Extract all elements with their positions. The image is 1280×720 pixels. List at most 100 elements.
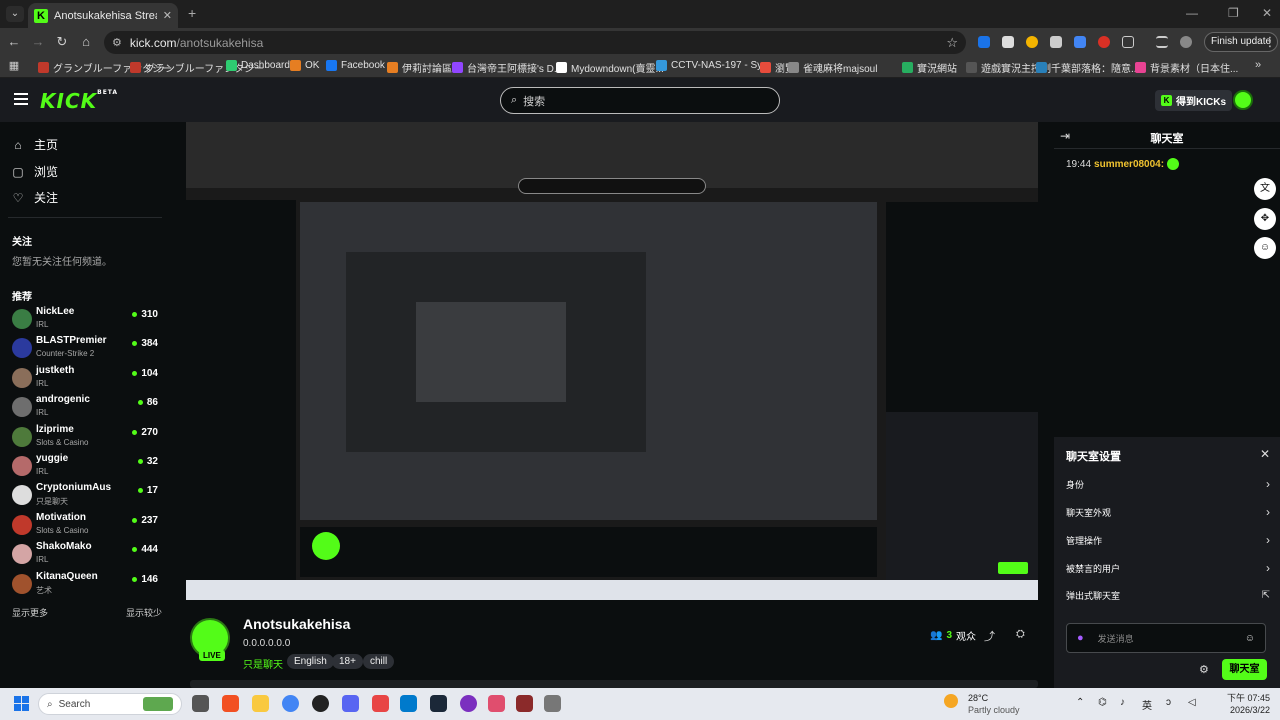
show-less-link[interactable]: 显示较少 <box>126 606 162 619</box>
copilot-icon[interactable] <box>222 695 239 712</box>
settings-item-banned-users[interactable]: 被禁言的用户 › <box>1066 561 1270 575</box>
extension-icon[interactable] <box>1050 36 1062 48</box>
recommended-channel[interactable]: NickLee IRL 310 <box>12 305 162 334</box>
taskbar-search[interactable]: ⌕ Search <box>38 693 182 715</box>
obs-icon[interactable] <box>312 695 329 712</box>
video-player[interactable] <box>186 122 1038 600</box>
bookmark-item[interactable]: CCTV-NAS-197 - Sy... <box>656 60 770 71</box>
share-icon[interactable]: ⤴ <box>984 628 995 644</box>
bookmark-item[interactable]: OK <box>290 60 319 71</box>
reading-list-icon[interactable] <box>1156 36 1168 48</box>
extension-grid-icon[interactable]: ✥ <box>1254 208 1276 230</box>
vscode-icon[interactable] <box>400 695 417 712</box>
search-input[interactable]: ⌕ 搜索 <box>500 87 780 114</box>
weather-widget[interactable]: 28°C Partly cloudy <box>944 692 1020 716</box>
settings-item-popout-chat[interactable]: 弹出式聊天室 ⇱ <box>1066 589 1270 602</box>
browser-tab[interactable]: K Anotsukakehisa Stream - Watc ✕ <box>28 3 178 28</box>
chat-message-input[interactable]: ● 发送消息 ☺ <box>1066 623 1266 653</box>
sidebar-item-browse[interactable]: ▢ 浏览 <box>12 163 58 180</box>
forward-icon[interactable]: → <box>30 34 46 49</box>
chat-bot-icon[interactable]: ☺ <box>1254 237 1276 259</box>
settings-item-moderation[interactable]: 管理操作 › <box>1066 533 1270 547</box>
home-icon[interactable]: ⌂ <box>78 34 94 49</box>
task-view-icon[interactable] <box>192 695 209 712</box>
chrome-menu-icon[interactable]: ⋮ <box>1262 34 1278 50</box>
translate-extension-icon[interactable] <box>1074 36 1086 48</box>
app-icon[interactable] <box>516 695 533 712</box>
minimize-icon[interactable]: — <box>1186 6 1198 20</box>
bookmark-item[interactable]: 雀魂麻将majsoul <box>788 60 877 75</box>
file-explorer-icon[interactable] <box>252 695 269 712</box>
app-icon[interactable] <box>460 695 477 712</box>
user-avatar[interactable] <box>1233 90 1253 110</box>
bookmark-item[interactable]: 伊莉討論區 <box>387 60 452 75</box>
stream-category[interactable]: 只是聊天 <box>243 656 283 671</box>
translate-icon[interactable]: 文 <box>1254 178 1276 200</box>
chat-settings-gear-icon[interactable]: ⚙ <box>1199 663 1209 676</box>
more-bookmarks-icon[interactable]: » <box>1250 59 1266 71</box>
bookmark-item[interactable]: Dashboard <box>226 60 290 71</box>
extension-icon[interactable] <box>978 36 990 48</box>
recommended-channel[interactable]: CryptoniumAus 只是聊天 17 <box>12 481 162 510</box>
network-icon[interactable]: ⌬ <box>1098 697 1107 708</box>
recommended-channel[interactable]: ShakoMako IRL 444 <box>12 540 162 569</box>
bookmark-item[interactable]: 台灣帝王阿標接's D... <box>452 60 562 75</box>
menu-hamburger-icon[interactable] <box>14 93 28 105</box>
steam-icon[interactable] <box>430 695 447 712</box>
recommended-channel[interactable]: Motivation Slots & Casino 237 <box>12 511 162 540</box>
sidebar-item-home[interactable]: ⌂ 主页 <box>12 136 58 153</box>
extension-icon[interactable] <box>1098 36 1110 48</box>
tab-search-menu-button[interactable]: ⌄ <box>6 6 24 22</box>
tag-18plus[interactable]: 18+ <box>332 654 363 669</box>
recommended-channel[interactable]: justketh IRL 104 <box>12 364 162 393</box>
tag-chill[interactable]: chill <box>363 654 395 669</box>
show-more-link[interactable]: 显示更多 <box>12 606 48 619</box>
close-window-icon[interactable]: ✕ <box>1262 6 1272 20</box>
extension-icon[interactable] <box>1026 36 1038 48</box>
get-kicks-button[interactable]: K 得到KICKs <box>1155 90 1233 111</box>
site-info-icon[interactable]: ⚙ <box>112 36 122 49</box>
app-icon[interactable] <box>544 695 561 712</box>
reload-icon[interactable]: ↻ <box>54 34 70 50</box>
settings-item-identity[interactable]: 身份 › <box>1066 477 1270 491</box>
maximize-icon[interactable]: ❐ <box>1228 6 1239 20</box>
apps-grid-icon[interactable]: ▦ <box>6 59 22 72</box>
clock[interactable]: 下午 07:45 2026/3/22 <box>1222 692 1270 716</box>
bookmark-item[interactable]: 背景素材（日本住... <box>1135 60 1238 75</box>
emoji-icon[interactable]: ☺ <box>1245 633 1255 644</box>
bookmark-item[interactable]: 實況網站 <box>902 60 957 75</box>
recommended-channel[interactable]: KitanaQueen 艺术 146 <box>12 570 162 599</box>
channel-name[interactable]: Anotsukakehisa <box>243 616 350 632</box>
speaker-icon[interactable]: ◁ <box>1188 697 1196 708</box>
chat-send-button[interactable]: 聊天室 <box>1222 659 1267 680</box>
kick-logo[interactable]: KICKBETA <box>40 89 118 113</box>
recommended-channel[interactable]: lziprime Slots & Casino 270 <box>12 423 162 452</box>
ime-indicator[interactable]: 英 <box>1142 697 1152 712</box>
close-icon[interactable]: ✕ <box>1260 447 1270 461</box>
bookmark-item[interactable]: Mydowndown(賣靈... <box>556 60 664 75</box>
new-tab-button[interactable]: + <box>188 5 196 21</box>
app-icon[interactable] <box>488 695 505 712</box>
chrome-icon[interactable] <box>282 695 299 712</box>
microphone-icon[interactable]: ● <box>1077 632 1084 644</box>
bookmark-item[interactable]: Facebook <box>326 60 385 71</box>
sidebar-item-following[interactable]: ♡ 关注 <box>12 189 58 206</box>
discord-icon[interactable] <box>342 695 359 712</box>
address-bar[interactable]: ⚙ kick.com/anotsukakehisa ☆ <box>104 31 966 54</box>
profile-icon[interactable] <box>1180 36 1192 48</box>
recommended-channel[interactable]: androgenic IRL 86 <box>12 393 162 422</box>
recommended-channel[interactable]: BLASTPremier Counter-Strike 2 384 <box>12 334 162 363</box>
bookmark-star-icon[interactable]: ☆ <box>946 35 958 51</box>
tag-english[interactable]: English <box>287 654 334 669</box>
tab-close-icon[interactable]: ✕ <box>163 9 172 22</box>
ime-mode-icon[interactable]: ɔ <box>1166 697 1171 708</box>
recommended-channel[interactable]: yuggie IRL 32 <box>12 452 162 481</box>
settings-item-appearance[interactable]: 聊天室外观 › <box>1066 505 1270 519</box>
extensions-puzzle-icon[interactable] <box>1122 36 1134 48</box>
app-icon[interactable] <box>372 695 389 712</box>
tray-expand-icon[interactable]: ⌃ <box>1076 697 1084 708</box>
add-user-icon[interactable]: ⛭ <box>1016 628 1025 641</box>
microphone-icon[interactable]: ♪ <box>1120 697 1125 708</box>
back-icon[interactable]: ← <box>6 34 22 49</box>
message-username[interactable]: summer08004: <box>1094 159 1164 170</box>
